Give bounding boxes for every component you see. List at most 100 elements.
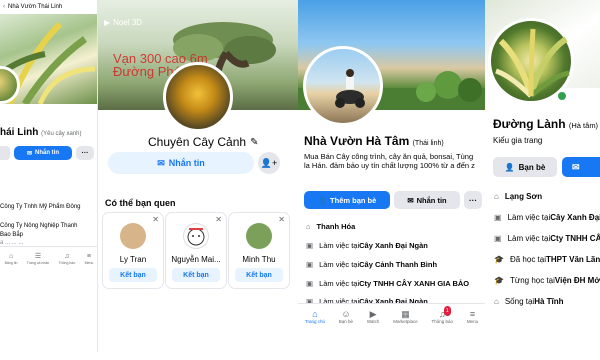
suggestion-name: Minh Thu: [242, 255, 276, 264]
info-value[interactable]: Cây Xanh Đại Ngàn: [550, 213, 600, 222]
more-dots-icon: ···: [469, 195, 477, 205]
nav-friends[interactable]: ☺ Bạn bè: [339, 309, 353, 324]
suggestion-card[interactable]: ✕ Ly Tran Kết bạn: [103, 213, 163, 288]
info-value[interactable]: Cây Cảnh Thanh Bình: [359, 260, 437, 269]
add-friend-button[interactable]: 👤 Thêm bạn bè: [304, 191, 390, 209]
message-button-label: Nhắn tin: [416, 195, 447, 205]
info-row-lives-in: ⌂ Sống tại Hà Tĩnh: [494, 297, 564, 306]
nav-watch[interactable]: ▶ Watch: [367, 309, 380, 324]
info-prefix: Làm việc tại: [507, 213, 551, 222]
people-you-may-know-title: Có thể bạn quen: [105, 198, 176, 208]
profile-bio: Kiểu gia trang: [493, 136, 543, 145]
play-icon: ▶: [104, 18, 111, 27]
profile-panel-2: ▶ Noel 3D Vạn 300 cao 6m Đường Phát... C…: [98, 0, 298, 352]
add-friend-icon-button[interactable]: 👤+: [258, 152, 280, 174]
menu-icon: ≡: [469, 308, 476, 319]
add-friend-button[interactable]: Kết bạn: [172, 268, 220, 282]
bell-icon: ♫ 1: [439, 305, 451, 319]
briefcase-icon: ▣: [306, 279, 314, 288]
info-value[interactable]: THPT Văn Lãng: [546, 255, 600, 264]
avatar[interactable]: [120, 223, 146, 249]
info-value[interactable]: Thanh Hóa: [317, 222, 356, 231]
bottom-nav: ⌂ Trang chủ ☺ Bạn bè ▶ Watch ▦ Marketpla…: [298, 303, 485, 328]
profile-alt-name: (Thái linh): [412, 140, 444, 147]
info-prefix: Làm việc tại: [319, 241, 360, 250]
bottom-nav: ⌂ Bảng tin ☰ Trang cá nhân ♫ Thông báo ≡…: [0, 246, 98, 266]
info-prefix: Làm việc tại: [319, 279, 360, 288]
blank-area: [98, 290, 298, 352]
video-icon: ▶: [369, 308, 377, 319]
nav-label: Thông báo: [431, 318, 454, 324]
home-icon: ⌂: [494, 192, 499, 201]
more-button[interactable]: ···: [464, 191, 482, 209]
online-status-dot: [556, 90, 568, 102]
profile-name-text: Đường Lành: [493, 117, 566, 131]
profile-icon: ☰: [34, 253, 42, 260]
page-title-text: Chuyên Cây Cảnh: [148, 135, 247, 149]
friend-check-icon: 👤: [504, 162, 515, 172]
avatar[interactable]: [183, 223, 209, 249]
avatar[interactable]: [246, 223, 272, 249]
profile-name: Đường Lành (Hà tâm): [493, 117, 598, 131]
messenger-icon: ✉: [157, 157, 165, 168]
nav-menu[interactable]: ≡ Menu: [85, 253, 94, 265]
profile-panel-3: Nhà Vườn Hà Tâm (Thái linh) Mua Bán Cây …: [298, 0, 485, 352]
page-avatar[interactable]: [163, 62, 233, 132]
info-value[interactable]: Cty TNHH CÂY XANH GIA BẢO: [359, 279, 469, 288]
message-button[interactable]: ✉ Nhắn tin: [108, 152, 254, 174]
nav-notifications[interactable]: ♫ Thông báo: [59, 253, 76, 265]
info-row-work: ▣ Làm việc tại Cty TNHH CÂY XANH GIA BẢO: [306, 279, 469, 288]
nav-menu[interactable]: ≡ Menu: [467, 309, 478, 324]
info-value[interactable]: Viện ĐH Mở: [555, 276, 600, 285]
nav-home[interactable]: ⌂ Trang chủ: [305, 309, 325, 324]
message-button[interactable]: ✉: [562, 157, 600, 177]
nav-notifications[interactable]: ♫ 1 Thông báo: [431, 305, 454, 324]
menu-icon: ≡: [86, 253, 91, 260]
blank-area: [0, 267, 98, 352]
nav-profile[interactable]: ☰ Trang cá nhân: [27, 253, 49, 265]
close-icon[interactable]: ✕: [152, 215, 159, 224]
briefcase-icon: ▣: [306, 241, 314, 250]
suggestion-card[interactable]: ✕ Nguyễn Mai... Kết bạn: [166, 213, 226, 288]
home-icon: ⌂: [8, 253, 14, 260]
face-sketch-graphic: [187, 228, 205, 246]
briefcase-icon: ▣: [494, 213, 502, 222]
suggestion-card[interactable]: ✕ Minh Thu Kết bạn: [229, 213, 289, 288]
close-icon[interactable]: ✕: [215, 215, 222, 224]
top-bar-title: Nhà Vườn Thái Linh: [8, 4, 63, 10]
message-button[interactable]: ✉ Nhắn tin: [14, 146, 72, 160]
info-value[interactable]: Lạng Sơn: [505, 192, 542, 201]
add-friend-button[interactable]: Kết bạn: [109, 268, 157, 282]
info-line-2: Công Ty Nông Nghiệp Thanh: [0, 223, 78, 229]
edit-pencil-icon[interactable]: ✎: [250, 137, 258, 148]
info-prefix: Làm việc tại: [507, 234, 551, 243]
screenshot-collage: ‹ Nhà Vườn Thái Linh hái Linh (Yêu cây x…: [0, 0, 600, 360]
nav-label: Menu: [466, 318, 479, 324]
info-row-location: ⌂ Lạng Sơn: [494, 192, 542, 201]
back-icon[interactable]: ‹: [3, 4, 5, 10]
profile-name: Nhà Vườn Hà Tâm (Thái linh): [304, 134, 444, 148]
add-friend-button[interactable]: Kết bạn: [235, 268, 283, 282]
close-icon[interactable]: ✕: [278, 215, 285, 224]
profile-alt-name: (Hà tâm): [568, 121, 599, 130]
message-button-label: Nhắn tin: [35, 150, 60, 156]
nav-label: Menu: [84, 261, 94, 265]
notification-count-badge: 1: [443, 305, 451, 316]
variegated-plant-graphic: [495, 28, 570, 98]
info-value[interactable]: Hà Tĩnh: [534, 297, 563, 306]
nav-marketplace[interactable]: ▦ Marketplace: [393, 309, 418, 324]
more-button[interactable]: ···: [76, 146, 94, 160]
home-icon: ⌂: [312, 308, 318, 319]
add-friend-button-partial[interactable]: [0, 146, 10, 160]
info-value[interactable]: Cty TNHH CÂY XANH: [550, 234, 600, 243]
nav-home[interactable]: ⌂ Bảng tin: [5, 253, 18, 265]
info-value[interactable]: Cây Xanh Đại Ngàn: [359, 241, 428, 250]
friends-button[interactable]: 👤 Bạn bè: [493, 157, 557, 177]
nav-label: Bạn bè: [338, 318, 354, 324]
top-bar: ‹ Nhà Vườn Thái Linh: [0, 0, 98, 14]
info-row-education: 🎓 Từng học tại Viện ĐH Mở: [494, 276, 600, 285]
message-button[interactable]: ✉ Nhắn tin: [394, 191, 460, 209]
rider-photo-graphic: [335, 69, 365, 108]
info-row-location: ⌂ Thanh Hóa: [306, 222, 355, 231]
profile-avatar[interactable]: [303, 46, 383, 126]
